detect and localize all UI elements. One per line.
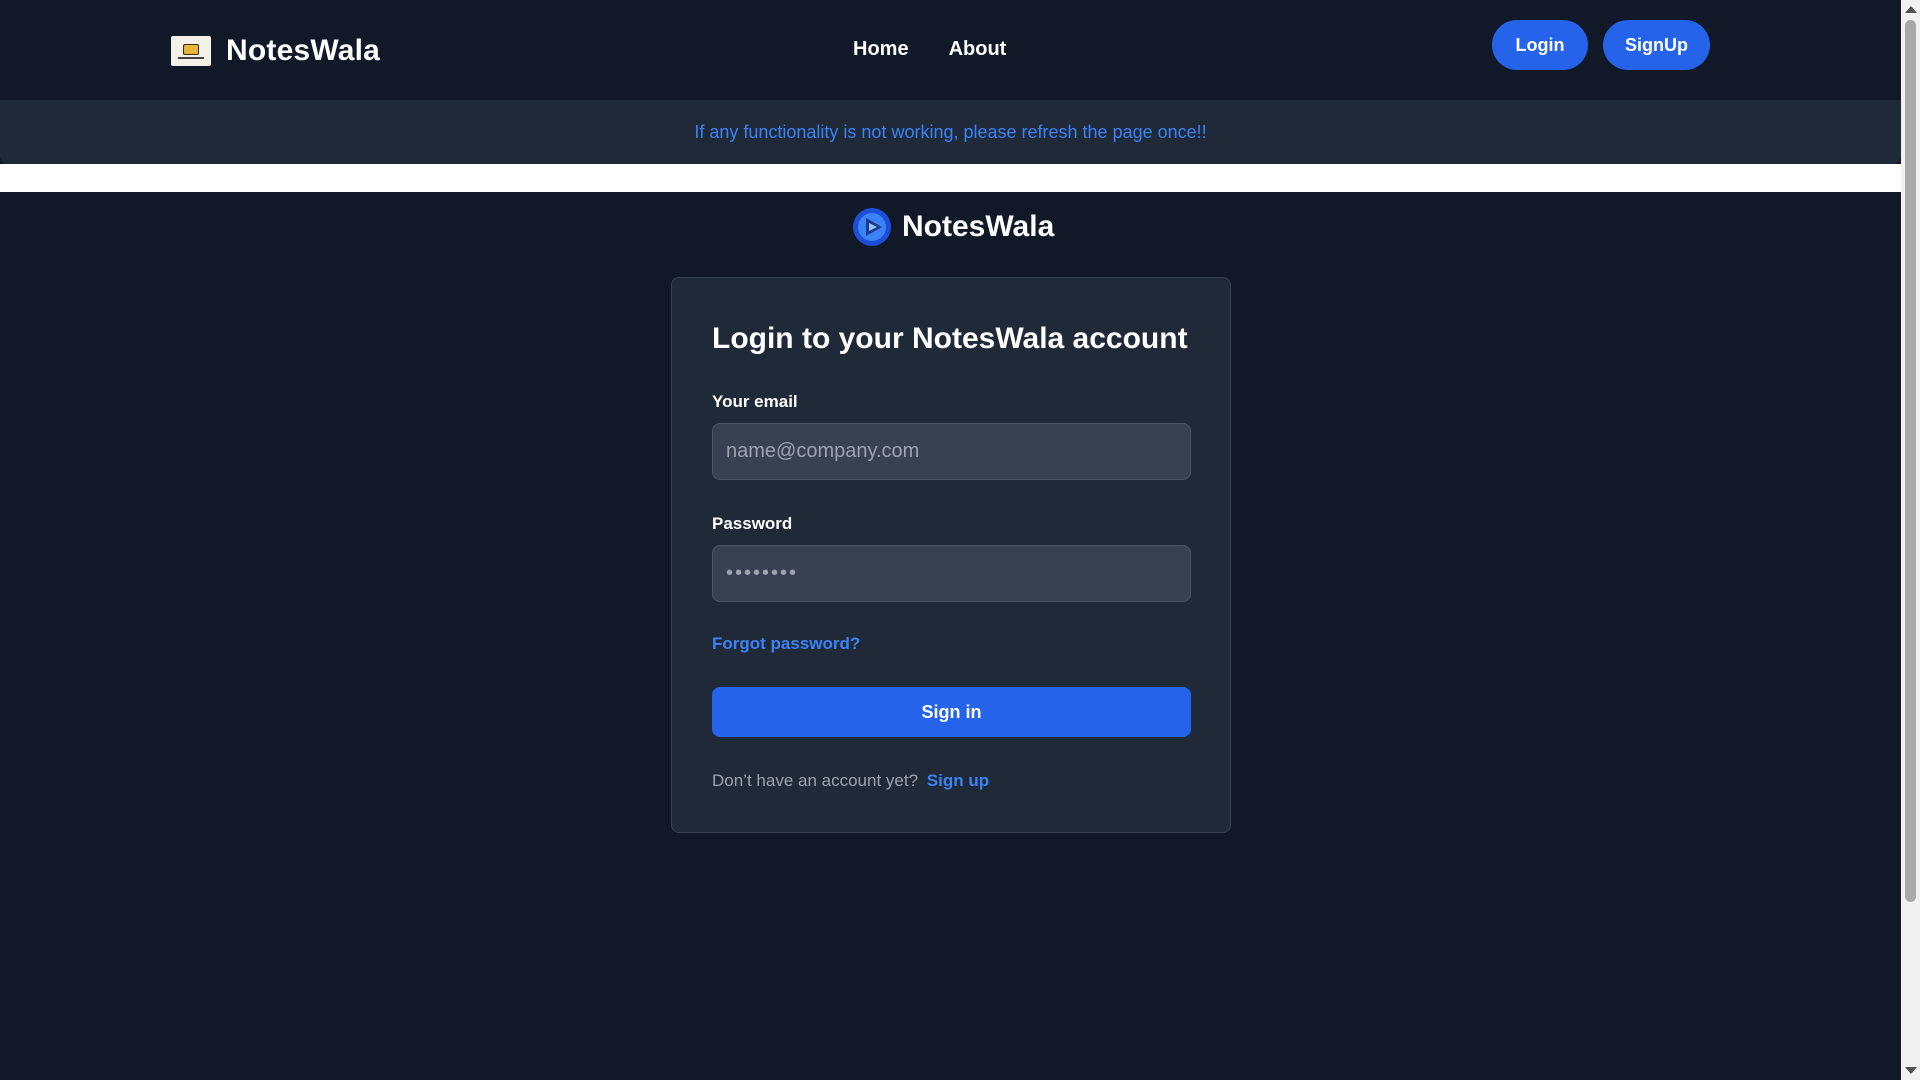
login-card: Login to your NotesWala account Your ema… [671,277,1231,833]
signup-prompt: Don’t have an account yet? Sign up [712,771,989,791]
brand-name: NotesWala [226,34,381,67]
email-field[interactable] [712,423,1191,480]
notice-banner-text: If any functionality is not working, ple… [694,121,1207,142]
password-field[interactable] [712,545,1191,602]
nav-link-about[interactable]: About [949,38,1007,61]
sign-up-link[interactable]: Sign up [927,771,989,790]
brand[interactable]: NotesWala [171,34,380,68]
nav-link-home[interactable]: Home [853,38,909,61]
no-account-text: Don’t have an account yet? [712,771,919,790]
top-navbar: NotesWala Home About Login SignUp [0,0,1901,100]
vertical-scrollbar[interactable] [1901,0,1920,1080]
login-title: Login to your NotesWala account [712,322,1188,355]
page: NotesWala Home About Login SignUp If any… [0,0,1901,1080]
forgot-password-link[interactable]: Forgot password? [712,634,860,654]
email-label: Your email [712,392,798,411]
center-brand[interactable]: NotesWala [852,207,1054,247]
scroll-up-arrow-icon[interactable] [1905,6,1917,13]
center-brand-name: NotesWala [902,210,1055,243]
nav-links: Home About [853,38,1006,61]
signup-button[interactable]: SignUp [1603,20,1710,70]
scroll-down-arrow-icon[interactable] [1905,1067,1917,1074]
sign-in-button[interactable]: Sign in [712,687,1191,737]
notice-banner: If any functionality is not working, ple… [0,100,1901,164]
scrollbar-thumb[interactable] [1905,20,1916,902]
divider-strip [0,164,1901,192]
noteswala-logo-icon [171,36,211,66]
login-button[interactable]: Login [1492,20,1588,70]
noteswala-round-logo-icon [853,208,891,246]
password-label: Password [712,514,793,533]
